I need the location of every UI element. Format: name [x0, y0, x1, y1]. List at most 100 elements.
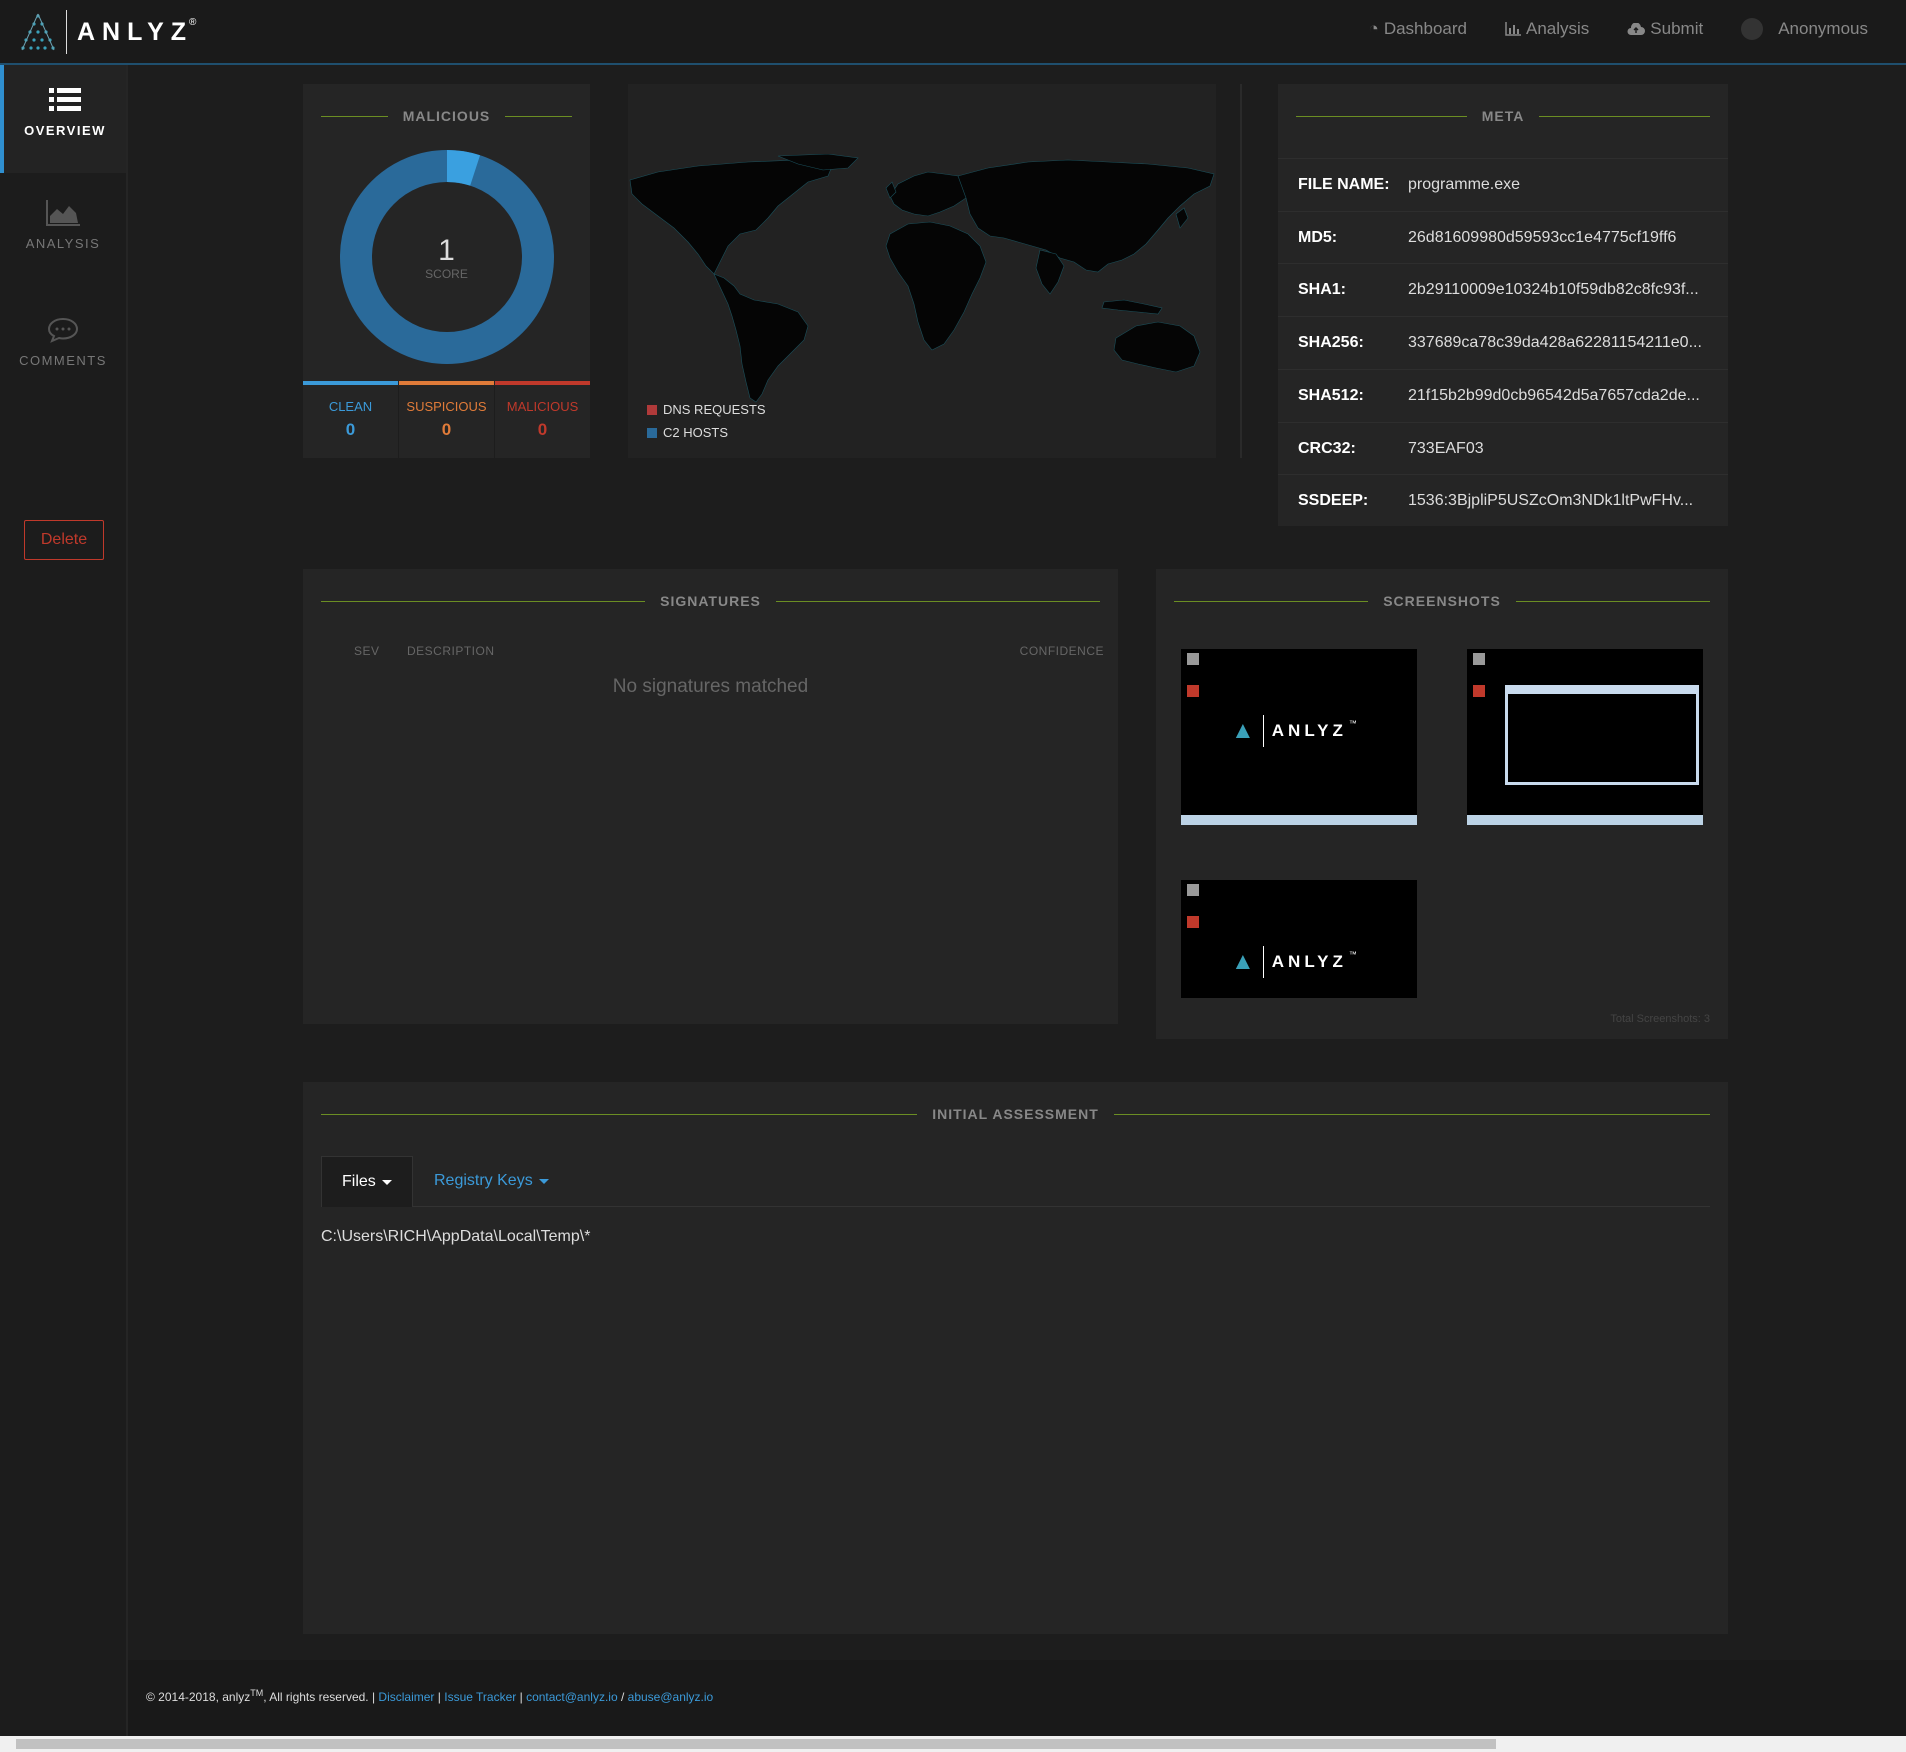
delete-button[interactable]: Delete — [24, 520, 104, 560]
footer-separator: | — [434, 1690, 445, 1704]
total-screenshots: Total Screenshots: 3 — [1610, 1013, 1710, 1025]
main-nav: ◔ Dashboard Analysis Submit Anonymous — [1369, 18, 1868, 40]
tab-files-label: Files — [342, 1173, 376, 1190]
dashboard-icon: ◔ — [1368, 19, 1379, 38]
meta-key: CRC32: — [1298, 440, 1356, 457]
brand-logo[interactable]: ANLYZ ® — [20, 10, 200, 54]
abuse-email-link[interactable]: abuse@anlyz.io — [628, 1690, 714, 1704]
brand-registered-mark: ® — [189, 16, 197, 28]
world-map-card: DNS REQUESTS C2 HOSTS — [628, 84, 1230, 458]
anlyz-triangle-logo-icon — [21, 13, 55, 51]
footer-text: © 2014-2018, anlyzTM, All rights reserve… — [146, 1688, 713, 1704]
legend-c2-label: C2 HOSTS — [663, 425, 729, 440]
sidebar-item-overview[interactable]: OVERVIEW — [0, 65, 126, 173]
meta-key: FILE NAME: — [1298, 176, 1390, 193]
meta-value: 733EAF03 — [1408, 440, 1484, 457]
meta-value: 21f15b2b99d0cb96542d5a7657cda2de... — [1408, 387, 1700, 404]
contact-email-link[interactable]: contact@anlyz.io — [526, 1690, 618, 1704]
column-header-confidence[interactable]: CONFIDENCE — [1020, 644, 1104, 658]
assessment-tabs: Files Registry Keys — [321, 1156, 1710, 1207]
column-header-description[interactable]: DESCRIPTION — [407, 644, 495, 658]
caret-down-icon — [381, 1179, 392, 1185]
signatures-empty-message: No signatures matched — [612, 676, 809, 697]
meta-key: SHA256: — [1298, 334, 1364, 351]
disclaimer-link[interactable]: Disclaimer — [378, 1690, 434, 1704]
tab-registry-keys[interactable]: Registry Keys — [434, 1156, 549, 1206]
comment-bubble-icon — [47, 317, 79, 343]
caret-down-icon — [538, 1178, 549, 1184]
clean-value: 0 — [345, 420, 356, 439]
pdf-reader-icon — [1473, 685, 1485, 697]
meta-row-ssdeep: SSDEEP: 1536:3BjpliP5USZcOm3NDk1ltPwFHv.… — [1278, 474, 1728, 527]
score-card-header: MALICIOUS — [321, 106, 572, 126]
nav-user-menu[interactable]: Anonymous — [1741, 18, 1868, 40]
list-icon — [49, 88, 81, 111]
screenshot-thumbnail[interactable]: ▲ ANLYZ ™ — [1181, 649, 1417, 825]
user-avatar-icon — [1741, 18, 1764, 40]
horizontal-scrollbar[interactable] — [0, 1736, 1906, 1752]
initial-assessment-card: INITIAL ASSESSMENT Files Registry Keys C… — [303, 1082, 1728, 1634]
screenshot-thumbnail[interactable] — [1467, 649, 1703, 825]
meta-key: MD5: — [1298, 229, 1338, 246]
meta-value: programme.exe — [1408, 176, 1521, 193]
footer-separator: | — [516, 1690, 527, 1704]
meta-row-md5: MD5: 26d81609980d59593cc1e4775cf19ff6 — [1278, 211, 1728, 264]
area-chart-icon — [46, 200, 80, 226]
nav-dashboard[interactable]: ◔ Dashboard — [1369, 19, 1467, 39]
screenshot-thumbnail[interactable]: ▲ ANLYZ ™ — [1181, 880, 1417, 998]
issue-tracker-link[interactable]: Issue Tracker — [444, 1690, 516, 1704]
tab-files[interactable]: Files — [321, 1156, 413, 1207]
legend-c2: C2 HOSTS — [647, 425, 766, 440]
score-card: MALICIOUS 1 SCORE CLEAN 0 SUSPICIOUS 0 M… — [303, 84, 590, 458]
footer-copyright: © 2014-2018, anlyz — [146, 1690, 251, 1704]
column-header-sev[interactable]: SEV — [354, 644, 380, 658]
recycle-bin-icon — [1187, 884, 1199, 896]
legend-c2-swatch — [647, 427, 657, 438]
bar-chart-icon — [1505, 22, 1521, 36]
footer-rights: , All rights reserved. | — [263, 1690, 379, 1704]
recycle-bin-icon — [1473, 653, 1485, 665]
screenshot-logo-text: ANLYZ — [1271, 721, 1347, 740]
suspicious-value: 0 — [441, 420, 452, 439]
sidebar: OVERVIEW ANALYSIS COMMENTS Delete — [0, 65, 128, 1752]
sidebar-item-analysis[interactable]: ANALYSIS — [0, 200, 126, 290]
sidebar-item-comments[interactable]: COMMENTS — [0, 317, 126, 407]
footer-separator: / — [617, 1690, 628, 1704]
meta-row-sha512: SHA512: 21f15b2b99d0cb96542d5a7657cda2de… — [1278, 369, 1728, 422]
nav-analysis[interactable]: Analysis — [1505, 19, 1589, 39]
nav-submit[interactable]: Submit — [1627, 19, 1703, 39]
legend-dns-swatch — [647, 404, 657, 415]
nav-dashboard-label: Dashboard — [1383, 19, 1467, 38]
nav-analysis-label: Analysis — [1525, 19, 1590, 38]
scrollbar-thumb[interactable] — [16, 1739, 1496, 1749]
recycle-bin-icon — [1187, 653, 1199, 665]
malicious-value: 0 — [537, 420, 548, 439]
legend-dns-label: DNS REQUESTS — [663, 402, 766, 417]
meta-row-crc32: CRC32: 733EAF03 — [1278, 422, 1728, 475]
map-side-gutter — [1216, 84, 1242, 458]
meta-row-filename: FILE NAME: programme.exe — [1278, 158, 1728, 211]
meta-key: SSDEEP: — [1298, 492, 1369, 509]
meta-value: 2b29110009e10324b10f59db82c8fc93f... — [1408, 281, 1699, 298]
meta-key: SHA512: — [1298, 387, 1364, 404]
assessment-title: INITIAL ASSESSMENT — [932, 1106, 1099, 1122]
map-legend: DNS REQUESTS C2 HOSTS — [647, 402, 766, 440]
world-map[interactable] — [628, 154, 1216, 404]
suspicious-counter: SUSPICIOUS 0 — [399, 381, 494, 440]
sidebar-item-overview-label: OVERVIEW — [24, 123, 106, 138]
console-window — [1505, 685, 1699, 785]
file-path: C:\Users\RICH\AppData\Local\Temp\* — [321, 1228, 591, 1245]
score-card-title: MALICIOUS — [402, 108, 491, 124]
meta-value: 26d81609980d59593cc1e4775cf19ff6 — [1408, 229, 1677, 246]
logo-divider — [66, 10, 67, 54]
screenshot-logo: ▲ ANLYZ ™ — [1231, 946, 1363, 978]
meta-key: SHA1: — [1298, 281, 1347, 298]
screenshot-logo-mark: ™ — [1348, 718, 1357, 728]
signatures-header: SIGNATURES — [321, 591, 1100, 611]
malicious-label: MALICIOUS — [506, 399, 579, 414]
meta-card: META FILE NAME: programme.exe MD5: 26d81… — [1278, 84, 1728, 526]
anlyz-logo-icon: ▲ — [1231, 948, 1255, 975]
meta-value: 337689ca78c39da428a62281154211e0... — [1408, 334, 1702, 351]
sidebar-item-analysis-label: ANALYSIS — [25, 236, 101, 251]
brand-name: ANLYZ — [77, 17, 194, 46]
